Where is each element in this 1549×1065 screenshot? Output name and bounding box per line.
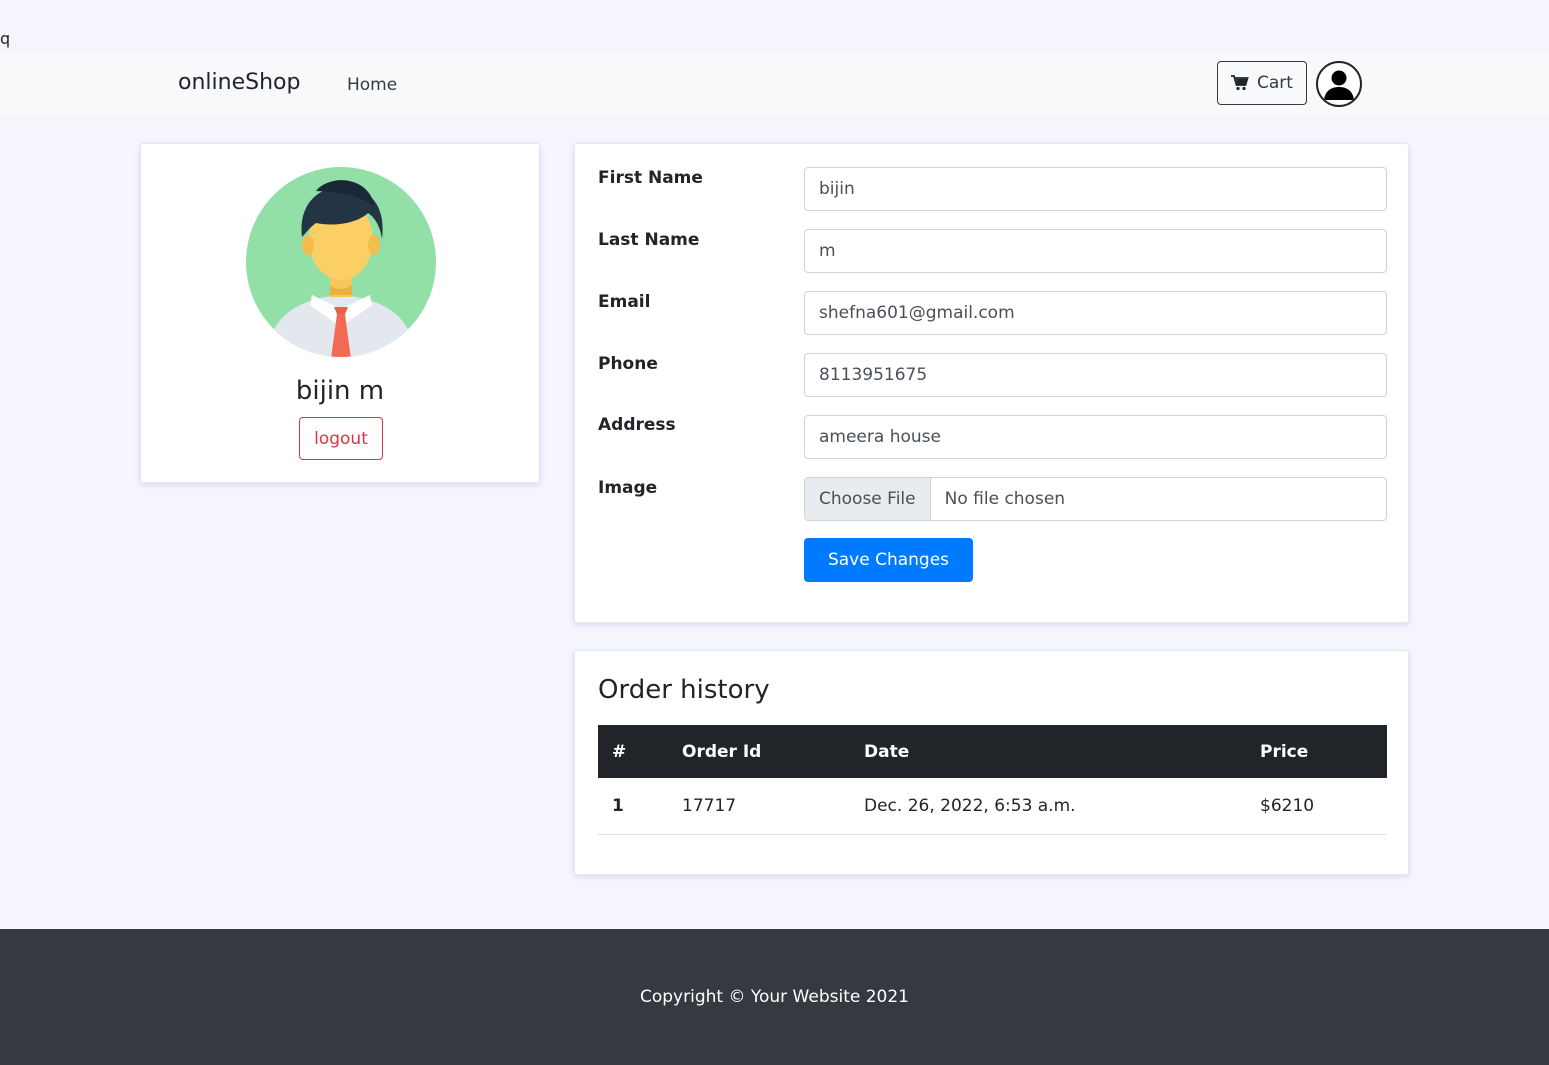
table-cell: 17717 bbox=[668, 778, 850, 835]
email-label: Email bbox=[598, 292, 651, 312]
profile-name: bijin m bbox=[295, 376, 385, 406]
column-header: Order Id bbox=[668, 725, 850, 778]
user-avatar-button[interactable] bbox=[1316, 61, 1362, 107]
cart-icon bbox=[1231, 75, 1249, 91]
footer: Copyright © Your Website 2021 bbox=[0, 929, 1549, 1065]
profile-avatar bbox=[246, 167, 436, 357]
cart-label: Cart bbox=[1257, 73, 1293, 93]
user-icon bbox=[1324, 70, 1354, 100]
table-cell: Dec. 26, 2022, 6:53 a.m. bbox=[850, 778, 1246, 835]
choose-file-button[interactable]: Choose File bbox=[805, 478, 931, 520]
last-name-input[interactable] bbox=[804, 229, 1387, 273]
stray-text: q bbox=[0, 29, 11, 48]
phone-input[interactable] bbox=[804, 353, 1387, 397]
first-name-label: First Name bbox=[598, 168, 703, 188]
table-cell: $6210 bbox=[1246, 778, 1387, 835]
profile-form: First Name Last Name Email Phone Address… bbox=[574, 143, 1409, 623]
save-changes-button[interactable]: Save Changes bbox=[804, 538, 973, 582]
column-header: Price bbox=[1246, 725, 1387, 778]
navbar: onlineShop Home Cart bbox=[0, 52, 1549, 116]
address-label: Address bbox=[598, 415, 676, 435]
logout-button[interactable]: logout bbox=[299, 417, 383, 460]
table-cell: 1 bbox=[598, 778, 668, 835]
brand-logo[interactable]: onlineShop bbox=[178, 70, 300, 95]
email-input[interactable] bbox=[804, 291, 1387, 335]
column-header: Date bbox=[850, 725, 1246, 778]
copyright-text: Copyright © Your Website 2021 bbox=[639, 987, 909, 1007]
file-status-text: No file chosen bbox=[944, 489, 1066, 509]
nav-home-link[interactable]: Home bbox=[347, 75, 397, 95]
image-label: Image bbox=[598, 478, 658, 498]
image-file-input[interactable]: Choose File No file chosen bbox=[804, 477, 1387, 521]
last-name-label: Last Name bbox=[598, 230, 700, 250]
phone-label: Phone bbox=[598, 354, 658, 374]
column-header: # bbox=[598, 725, 668, 778]
cart-button[interactable]: Cart bbox=[1217, 61, 1307, 105]
order-history-title: Order history bbox=[598, 675, 770, 705]
address-input[interactable] bbox=[804, 415, 1387, 459]
order-history-table: # Order Id Date Price 1 17717 Dec. 26, 2… bbox=[598, 725, 1387, 835]
order-history-card: Order history # Order Id Date Price 1 17… bbox=[574, 650, 1409, 875]
table-row: 1 17717 Dec. 26, 2022, 6:53 a.m. $6210 bbox=[598, 778, 1387, 835]
profile-card: bijin m logout bbox=[140, 143, 540, 483]
first-name-input[interactable] bbox=[804, 167, 1387, 211]
table-header-row: # Order Id Date Price bbox=[598, 725, 1387, 778]
